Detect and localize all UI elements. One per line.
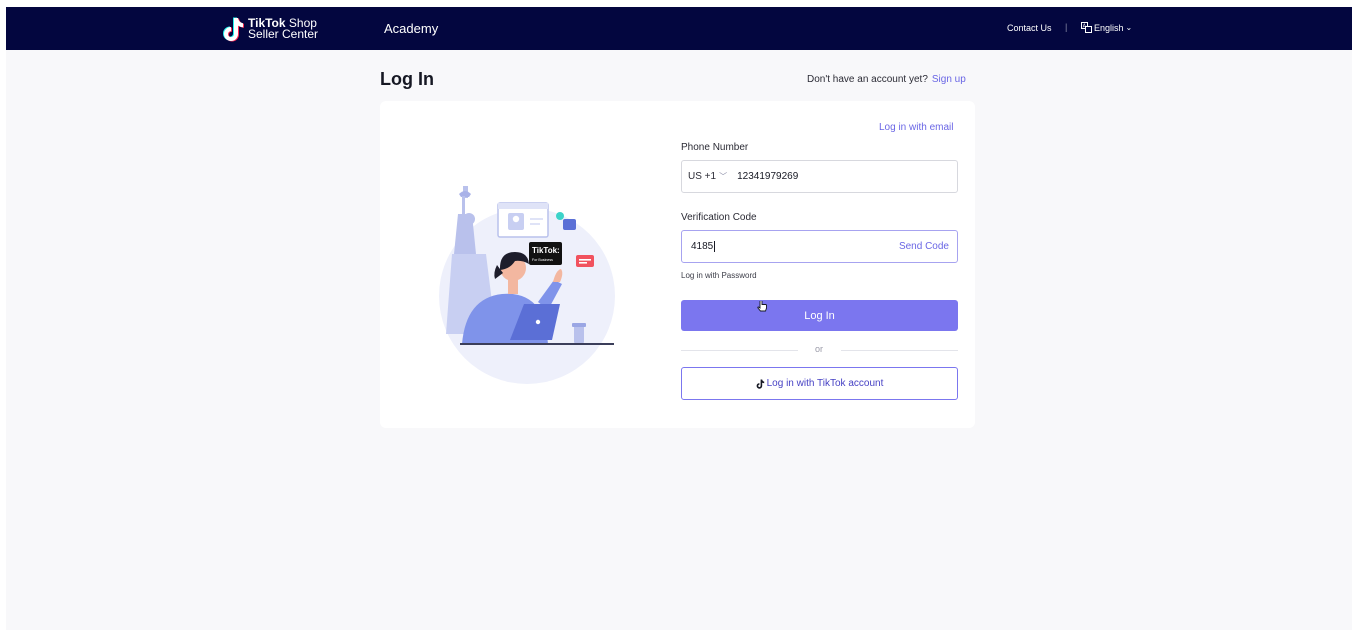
verification-code-value[interactable]: 4185 [691,240,716,253]
divider-right [841,350,958,351]
sign-up-link[interactable]: Sign up [932,74,966,85]
country-code-select[interactable]: US +1 ﹀ [682,171,727,182]
nav-separator: | [1065,22,1068,32]
nav-academy[interactable]: Academy [384,21,438,36]
page-title: Log In [380,69,434,89]
log-in-button[interactable]: Log In [681,300,958,331]
translate-icon: A [1081,22,1092,33]
no-account-prompt: Don't have an account yet? Sign up [807,74,966,85]
nav-contact-us[interactable]: Contact Us [1007,23,1052,33]
badge-subtitle: For Business [532,258,553,262]
divider-left [681,350,798,351]
chevron-down-icon: ﹀ [719,172,728,181]
tiktok-logo-icon [223,17,244,42]
login-card: TikTok: For Business Log in with email P… [380,101,975,428]
or-separator: or [815,344,824,354]
tiktok-for-business-badge: TikTok: For Business [529,242,562,265]
hand-pointer-icon [757,301,767,312]
language-selector[interactable]: A English ⌄ [1081,22,1132,33]
country-code-value: US +1 [688,171,717,182]
app-frame: TikTok Shop Seller Center Academy Contac… [6,7,1352,630]
top-navbar: TikTok Shop Seller Center Academy Contac… [6,7,1352,50]
verification-code-field[interactable]: 4185 Send Code [681,230,958,263]
badge-brand: TikTok: [532,246,560,255]
logo-seller-center: Seller Center [248,27,319,41]
folder-icon [563,219,576,230]
send-code-button[interactable]: Send Code [899,241,949,252]
language-label: English [1094,22,1124,33]
log-in-with-email-link[interactable]: Log in with email [879,122,953,133]
logo-wordmark: TikTok Shop Seller Center [248,17,319,41]
log-in-with-password-link[interactable]: Log in with Password [681,271,757,280]
log-in-button-label: Log In [804,309,835,322]
phone-number-label: Phone Number [681,142,749,153]
tiktok-icon [756,379,764,389]
profile-window-icon [497,202,549,238]
log-in-with-tiktok-button[interactable]: Log in with TikTok account [681,367,958,400]
phone-number-field[interactable]: US +1 ﹀ 12341979269 [681,160,958,193]
login-illustration: TikTok: For Business [439,186,615,384]
phone-number-value[interactable]: 12341979269 [737,171,798,182]
no-account-text: Don't have an account yet? [807,74,928,85]
tiktok-button-label: Log in with TikTok account [766,378,884,389]
text-cursor [714,240,716,252]
verification-code-label: Verification Code [681,212,757,223]
verification-code-text: 4185 [691,241,714,253]
tiktok-shop-logo[interactable]: TikTok Shop Seller Center [222,16,318,42]
chevron-down-icon: ⌄ [1125,23,1133,32]
red-notification-icon [576,255,594,267]
check-dot-icon [556,212,564,220]
